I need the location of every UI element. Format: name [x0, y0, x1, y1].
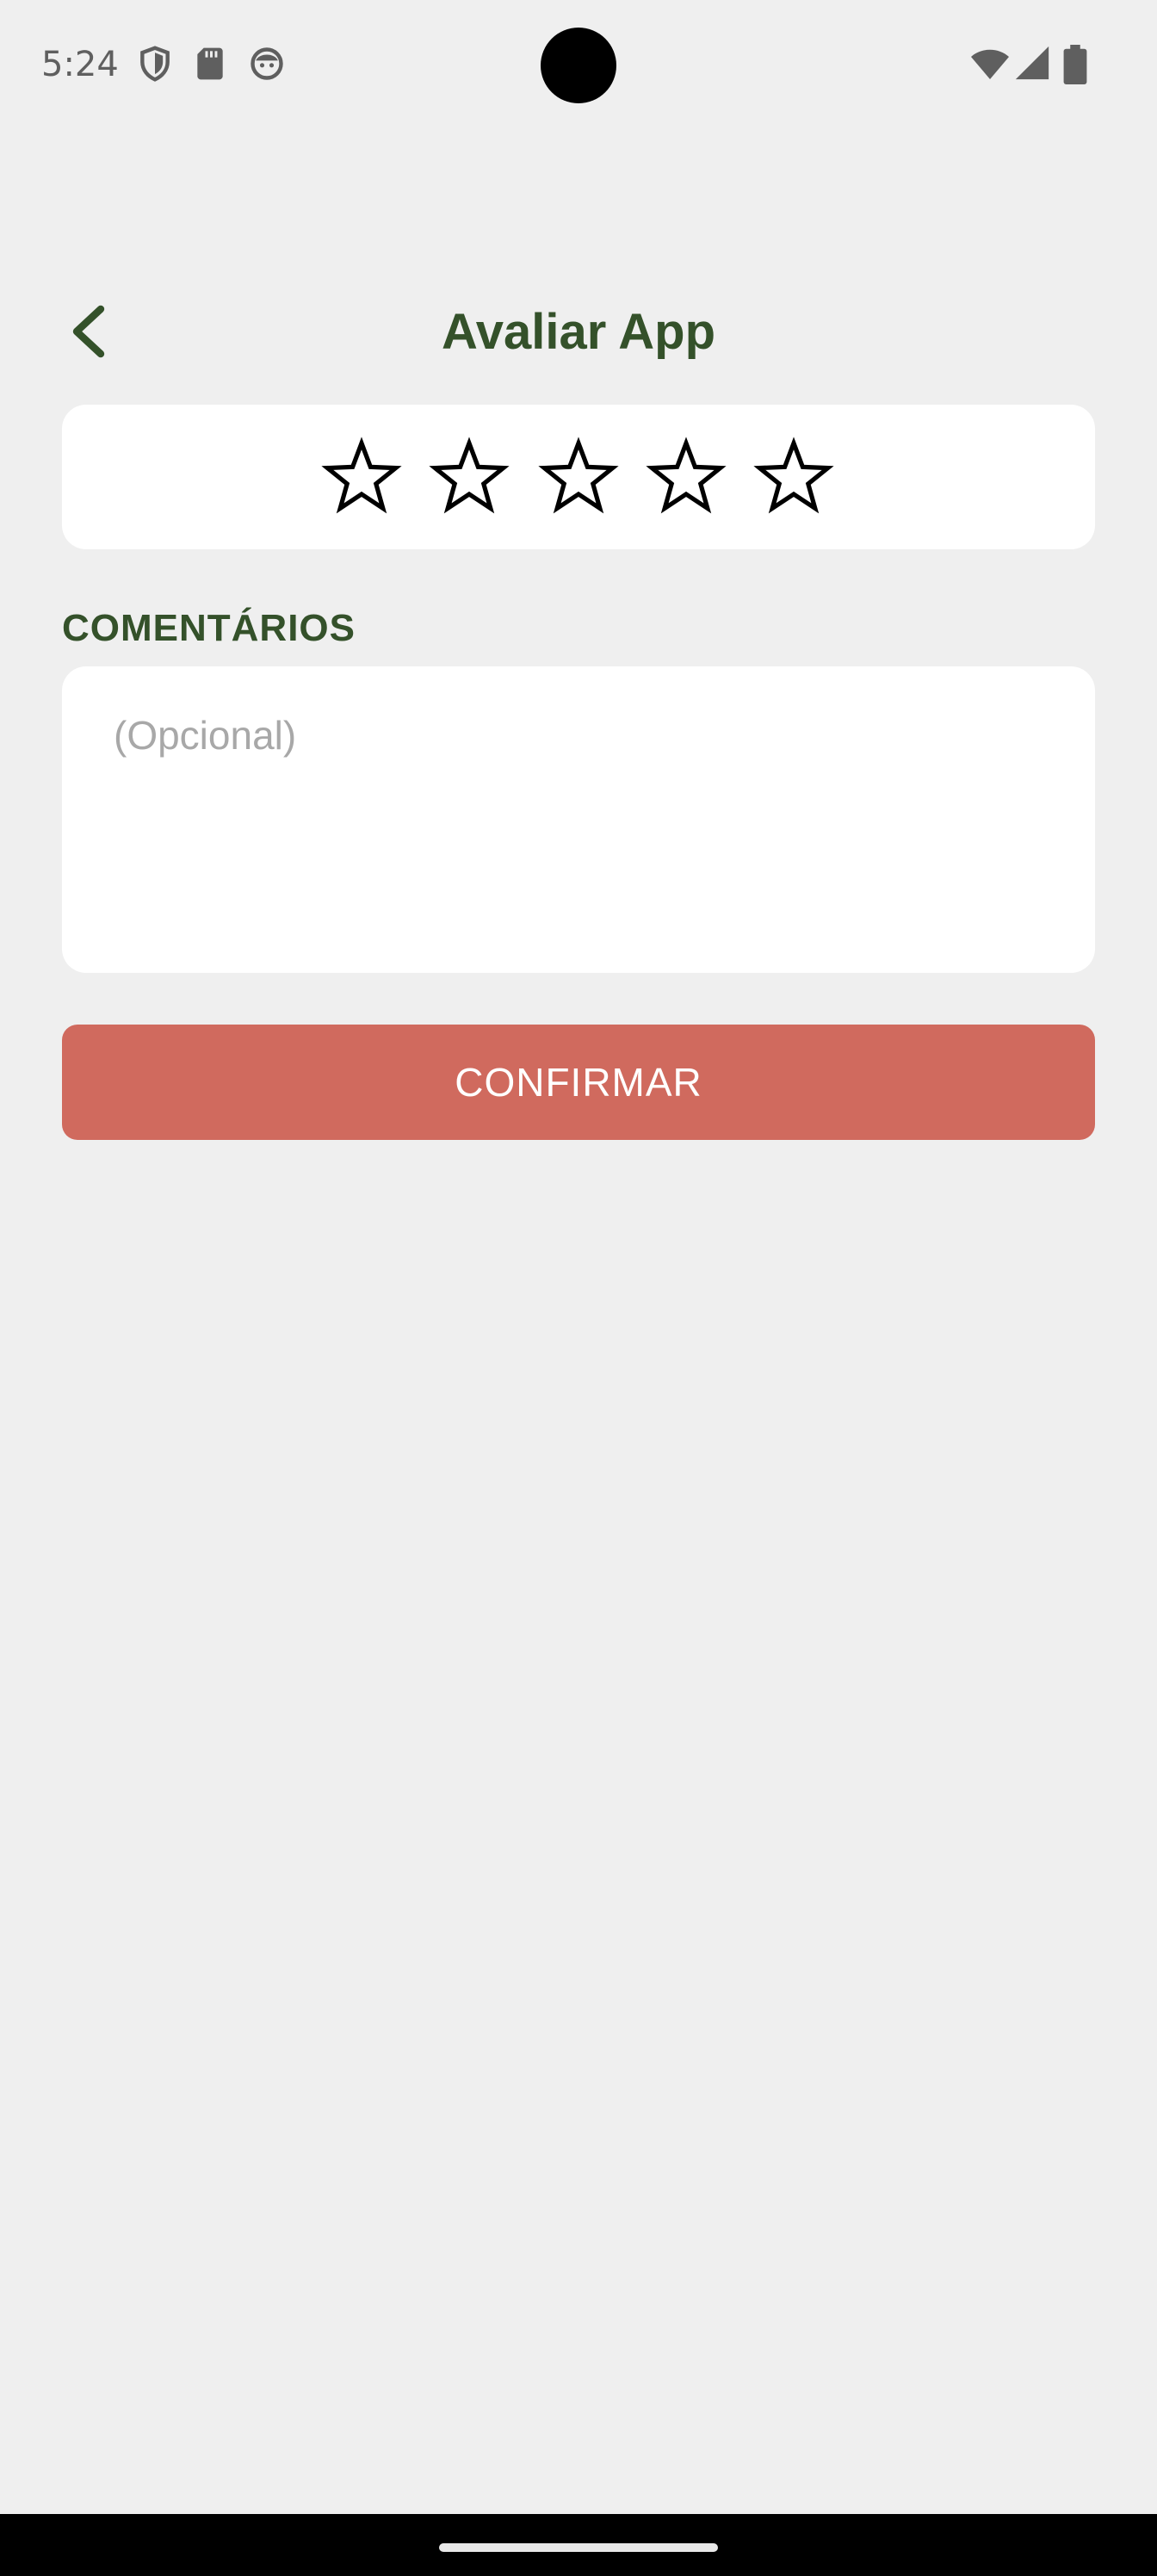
camera-cutout: [541, 28, 616, 103]
star-icon-1[interactable]: [320, 436, 403, 518]
wifi-icon: [971, 49, 1009, 79]
comments-label: COMENTÁRIOS: [62, 607, 356, 649]
navigation-bar: [0, 2514, 1157, 2576]
rating-card: [62, 405, 1095, 549]
status-bar: 5:24: [0, 0, 1157, 129]
status-time: 5:24: [41, 45, 119, 84]
sd-card-icon: [197, 47, 223, 80]
comments-box: [62, 666, 1095, 973]
back-button[interactable]: [53, 293, 122, 370]
page-title: Avaliar App: [441, 304, 715, 360]
chevron-left-icon: [72, 305, 105, 358]
star-icon-2[interactable]: [428, 436, 510, 518]
shield-icon: [140, 46, 170, 82]
star-icon-3[interactable]: [537, 436, 620, 518]
app-screen: 5:24 Avaliar App COMENTÁRIOS (Opcional) …: [0, 0, 1157, 2576]
face-icon: [251, 47, 283, 80]
home-indicator[interactable]: [439, 2543, 718, 2552]
confirm-button[interactable]: CONFIRMAR: [62, 1025, 1095, 1140]
comments-input[interactable]: [114, 709, 1043, 933]
battery-icon: [1063, 45, 1087, 84]
star-icon-4[interactable]: [645, 436, 727, 518]
star-icon-5[interactable]: [752, 436, 835, 518]
signal-icon: [1015, 46, 1049, 80]
